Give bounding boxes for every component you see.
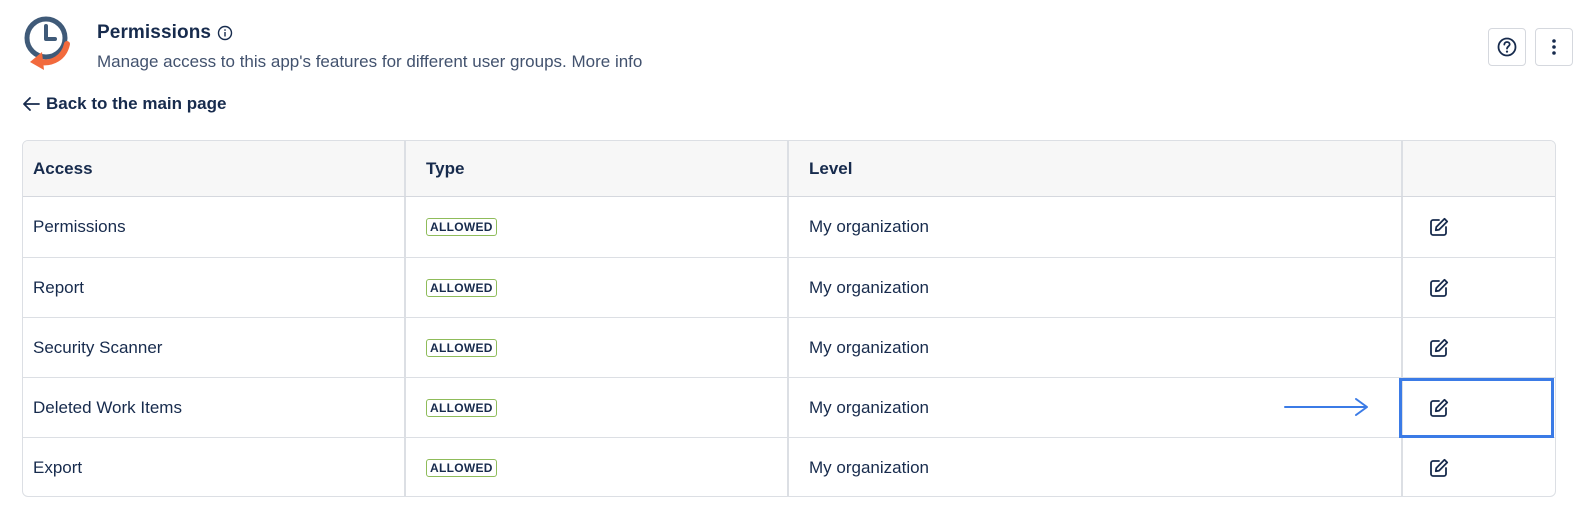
level-cell: My organization (789, 438, 1403, 496)
vertical-dots-icon (1552, 39, 1556, 55)
column-header-access: Access (23, 141, 406, 196)
arrow-left-icon (23, 97, 40, 111)
access-cell: Export (23, 438, 406, 496)
type-cell: ALLOWED (406, 378, 789, 437)
edit-pencil-icon (1430, 398, 1449, 417)
level-cell: My organization (789, 197, 1403, 257)
page-subtitle: Manage access to this app's features for… (97, 52, 642, 72)
edit-button[interactable] (1427, 215, 1451, 239)
action-cell (1403, 318, 1555, 377)
table-row: Report ALLOWED My organization (23, 257, 1555, 317)
permissions-table: Access Type Level Permissions ALLOWED My… (22, 140, 1556, 497)
level-cell: My organization (789, 258, 1403, 317)
status-badge: ALLOWED (426, 458, 497, 477)
annotation-arrow-icon (1284, 398, 1368, 416)
status-badge: ALLOWED (426, 338, 497, 357)
back-link-label: Back to the main page (46, 94, 227, 113)
action-cell (1403, 438, 1555, 496)
question-circle-icon (1497, 37, 1517, 57)
app-logo (24, 16, 70, 70)
status-badge: ALLOWED (426, 218, 497, 236)
more-actions-button[interactable] (1535, 28, 1573, 66)
column-header-actions (1403, 141, 1555, 196)
help-button[interactable] (1488, 28, 1526, 66)
type-cell: ALLOWED (406, 318, 789, 377)
table-row: Permissions ALLOWED My organization (23, 197, 1555, 257)
edit-pencil-icon (1430, 338, 1449, 357)
status-badge: ALLOWED (426, 398, 497, 417)
action-cell (1403, 378, 1555, 437)
access-cell: Permissions (23, 197, 406, 257)
level-cell: My organization (789, 318, 1403, 377)
title-row: Permissions (97, 22, 233, 44)
edit-button[interactable] (1427, 456, 1451, 480)
status-badge: ALLOWED (426, 278, 497, 297)
access-cell: Report (23, 258, 406, 317)
back-to-main-link[interactable]: Back to the main page (22, 94, 226, 114)
action-cell (1403, 197, 1555, 257)
more-info-link[interactable]: More info (571, 52, 642, 71)
page-title: Permissions (97, 22, 212, 43)
type-cell: ALLOWED (406, 258, 789, 317)
edit-button[interactable] (1427, 276, 1451, 300)
page-header: Permissions Manage access to this app's … (22, 14, 1573, 78)
edit-button[interactable] (1427, 336, 1451, 360)
action-cell (1403, 258, 1555, 317)
table-row: Export ALLOWED My organization (23, 437, 1555, 496)
type-cell: ALLOWED (406, 438, 789, 496)
table-row: Security Scanner ALLOWED My organization (23, 317, 1555, 377)
info-icon[interactable] (217, 25, 233, 41)
column-header-level: Level (789, 141, 1403, 196)
access-cell: Security Scanner (23, 318, 406, 377)
access-cell: Deleted Work Items (23, 378, 406, 437)
subtitle-text: Manage access to this app's features for… (97, 52, 567, 71)
edit-pencil-icon (1430, 458, 1449, 477)
edit-pencil-icon (1430, 217, 1449, 236)
column-header-type: Type (406, 141, 789, 196)
edit-pencil-icon (1430, 278, 1449, 297)
table-header-row: Access Type Level (23, 141, 1555, 197)
edit-button[interactable] (1427, 396, 1451, 420)
type-cell: ALLOWED (406, 197, 789, 257)
